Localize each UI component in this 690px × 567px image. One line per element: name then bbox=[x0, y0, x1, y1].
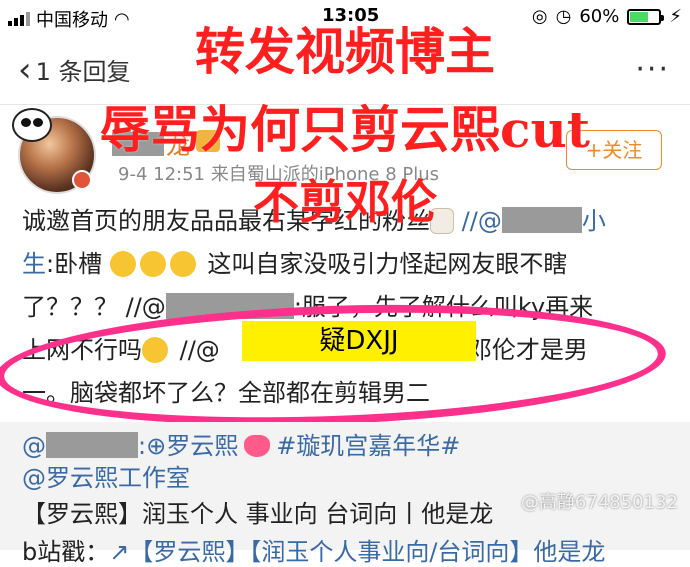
mention-link[interactable]: @ bbox=[22, 432, 46, 460]
sleepy-emoji-icon bbox=[109, 251, 136, 277]
redacted-name bbox=[46, 432, 138, 458]
post-text: 这叫自家没吸引力怪起网友眼不瞎 bbox=[199, 250, 568, 278]
overlay-line-3: 不剪邓伦 bbox=[253, 175, 437, 229]
hashtag-link[interactable]: #璇玑宫嘉年华# bbox=[276, 432, 460, 460]
mention-tail[interactable]: 生 bbox=[22, 250, 46, 278]
repost-line-2: @罗云熙工作室 bbox=[22, 458, 190, 493]
sleepy-emoji-icon bbox=[169, 251, 196, 277]
overlay-line-2: 辱骂为何只剪云熙cut bbox=[100, 100, 590, 159]
mention-link[interactable]: @罗云熙工作室 bbox=[22, 464, 190, 492]
repost-link[interactable]: 【罗云熙】【润玉个人事业向/台词向】他是龙 bbox=[129, 538, 605, 566]
post-text: 了？？？ //@ bbox=[22, 293, 166, 321]
watermark: @高静674850132 bbox=[520, 492, 678, 513]
mention-sep: : bbox=[138, 432, 147, 460]
sleepy-emoji-icon bbox=[139, 251, 166, 277]
mention-link[interactable]: ⊕罗云熙 bbox=[146, 432, 238, 460]
overlay-line-1: 转发视频博主 bbox=[195, 22, 495, 81]
heart-icon bbox=[244, 435, 271, 457]
post-text: :卧槽 bbox=[46, 250, 103, 278]
repost-line-1: @:⊕罗云熙 #璇玑宫嘉年华# bbox=[22, 426, 460, 461]
link-icon[interactable]: ↗ bbox=[109, 538, 129, 566]
repost-line-3: 【罗云熙】润玉个人 事业向 台词向丨他是龙 bbox=[22, 500, 494, 528]
repost-panel[interactable]: @:⊕罗云熙 #璇玑宫嘉年华# @罗云熙工作室 【罗云熙】润玉个人 事业向 台词向… bbox=[0, 422, 690, 566]
post-line-2: 生:卧槽 这叫自家没吸引力怪起网友眼不瞎 bbox=[22, 243, 668, 286]
repost-text: b站戳： bbox=[22, 538, 110, 566]
